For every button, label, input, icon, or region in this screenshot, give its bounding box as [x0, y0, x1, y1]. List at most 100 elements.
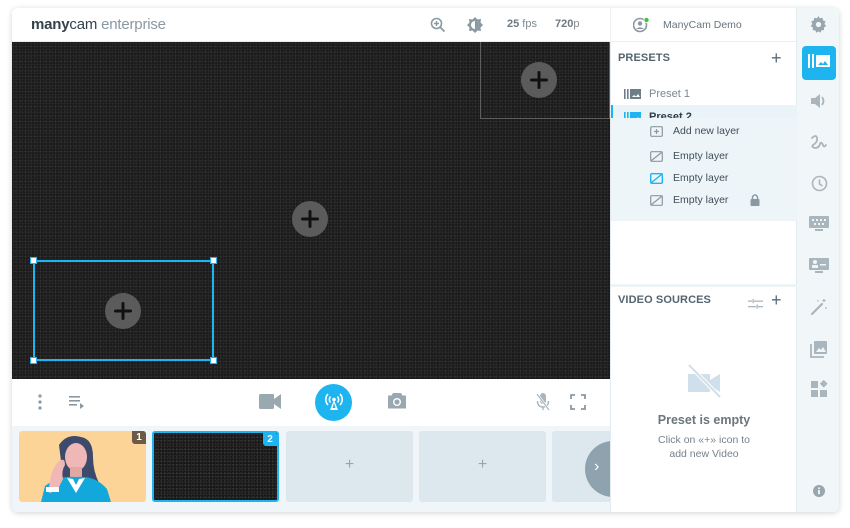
layer-icon-active: [649, 172, 664, 184]
add-layer-icon: [650, 125, 663, 137]
resolution-value: 720: [555, 18, 574, 30]
clock-icon: [811, 175, 828, 197]
layer-label: Empty layer: [673, 150, 729, 162]
resize-handle-top-left[interactable]: [30, 257, 37, 264]
presets-heading: PRESETS: [618, 52, 671, 64]
fps-value: 25: [507, 18, 520, 30]
scene-number-badge: 1: [132, 431, 146, 444]
layer-icon: [650, 194, 663, 206]
rail-lower-thirds-button[interactable]: [802, 209, 836, 243]
draw-icon: [810, 133, 828, 156]
lock-icon[interactable]: [750, 194, 760, 209]
add-new-layer-button[interactable]: Add new layer: [611, 120, 797, 142]
layer-label: Add new layer: [673, 125, 740, 137]
resize-handle-top-right[interactable]: [210, 257, 217, 264]
layer-icon: [650, 150, 663, 162]
speaker-icon: [810, 93, 828, 114]
logo-light: cam: [69, 16, 98, 33]
manycam-window: manycam enterprise 25 fps 720p ManyCam D…: [12, 8, 839, 512]
settings-gear-icon[interactable]: [810, 16, 827, 38]
scene-number-badge: 2: [263, 433, 277, 446]
scene-thumbnail-2[interactable]: 2: [152, 431, 279, 502]
rail-widgets-button[interactable]: [802, 374, 836, 408]
more-options-icon[interactable]: [37, 394, 43, 410]
source-settings-icon[interactable]: [748, 296, 763, 314]
scene-thumbnail-1[interactable]: 1: [19, 431, 146, 502]
resize-handle-bottom-right[interactable]: [210, 357, 217, 364]
plus-icon: [114, 302, 132, 320]
rail-images-button[interactable]: [802, 334, 836, 368]
plus-icon: [301, 210, 319, 228]
preset-label: Preset 1: [649, 87, 690, 100]
add-source-button-center[interactable]: [292, 201, 328, 237]
image-stack-icon: [810, 340, 828, 363]
preset-icon: [624, 88, 641, 99]
empty-title: Preset is empty: [657, 413, 751, 427]
presets-icon: [808, 53, 830, 73]
rail-audio-button[interactable]: [802, 86, 836, 120]
resolution-unit: p: [573, 18, 580, 30]
no-video-camera-icon: [686, 363, 722, 403]
keyboard-screen-icon: [809, 215, 829, 237]
logo: manycam enterprise: [31, 16, 166, 33]
scene-thumbnail-strip: 1 2 + + ›: [12, 426, 610, 512]
broadcast-icon: [323, 389, 345, 416]
add-source-button[interactable]: [521, 62, 557, 98]
add-scene-plus-icon: +: [344, 456, 355, 473]
logo-bold: many: [31, 16, 70, 33]
empty-hint-line-2: add new Video: [669, 448, 739, 460]
preset-2-layers: Add new layer Empty layer Empty layer Em…: [611, 118, 797, 221]
rail-draw-button[interactable]: [802, 127, 836, 161]
video-camera-icon[interactable]: [259, 394, 281, 409]
layer-placeholder-top-right[interactable]: [480, 42, 610, 119]
panel-divider: [611, 284, 797, 287]
fullscreen-icon[interactable]: [570, 394, 586, 410]
playlist-icon[interactable]: [69, 396, 85, 409]
layer-label: Empty layer: [673, 194, 729, 206]
user-account[interactable]: ManyCam Demo: [610, 8, 796, 42]
brightness-icon[interactable]: [467, 17, 483, 33]
add-preset-button[interactable]: +: [771, 49, 782, 67]
add-video-source-button[interactable]: +: [771, 291, 782, 309]
add-source-button-selected[interactable]: [105, 293, 141, 329]
resize-handle-bottom-left[interactable]: [30, 357, 37, 364]
info-icon[interactable]: [813, 484, 825, 502]
rail-presets-button[interactable]: [802, 46, 836, 80]
fps-unit: fps: [519, 18, 537, 30]
plus-icon: [530, 71, 548, 89]
broadcast-button[interactable]: [315, 384, 352, 421]
rail-background-button[interactable]: [802, 251, 836, 285]
zoom-in-icon[interactable]: [430, 17, 446, 33]
user-name: ManyCam Demo: [663, 19, 742, 31]
fps-readout[interactable]: 25 fps: [507, 18, 537, 30]
monitor-person-icon: [809, 257, 829, 279]
selected-layer-box[interactable]: [30, 257, 217, 364]
layer-item-3[interactable]: Empty layer: [611, 189, 797, 211]
empty-hint-line-1: Click on «+» icon to: [658, 434, 750, 446]
magic-wand-icon: [810, 298, 828, 321]
controls-bar: [12, 379, 610, 426]
tool-rail: [796, 8, 839, 512]
user-icon: [632, 17, 651, 38]
side-panel: PRESETS + Preset 1 Preset 2 Add new laye…: [610, 42, 797, 512]
layer-item-1[interactable]: Empty layer: [611, 145, 797, 167]
chevron-right-icon: ›: [594, 458, 600, 475]
microphone-muted-icon[interactable]: [536, 393, 550, 411]
widgets-icon: [810, 379, 828, 402]
video-sources-heading: VIDEO SOURCES: [618, 294, 711, 306]
preset-item-1[interactable]: Preset 1: [611, 82, 797, 105]
snapshot-camera-icon[interactable]: [387, 392, 407, 409]
empty-sources-state: Preset is empty Click on «+» icon to add…: [611, 363, 797, 461]
layer-item-2[interactable]: Empty layer: [611, 167, 797, 189]
woman-avatar-image: [41, 436, 111, 502]
rail-effects-button[interactable]: [802, 292, 836, 326]
empty-hint: Click on «+» icon to add new Video: [611, 433, 797, 461]
main-preview[interactable]: [12, 42, 610, 379]
rail-time-button[interactable]: [802, 169, 836, 203]
resolution-readout[interactable]: 720p: [555, 18, 579, 30]
top-bar: manycam enterprise 25 fps 720p ManyCam D…: [12, 8, 796, 42]
logo-suffix: enterprise: [97, 16, 166, 33]
scene-thumbnail-empty-4[interactable]: +: [419, 431, 546, 502]
add-scene-plus-icon: +: [477, 456, 488, 473]
scene-thumbnail-empty-3[interactable]: +: [286, 431, 413, 502]
